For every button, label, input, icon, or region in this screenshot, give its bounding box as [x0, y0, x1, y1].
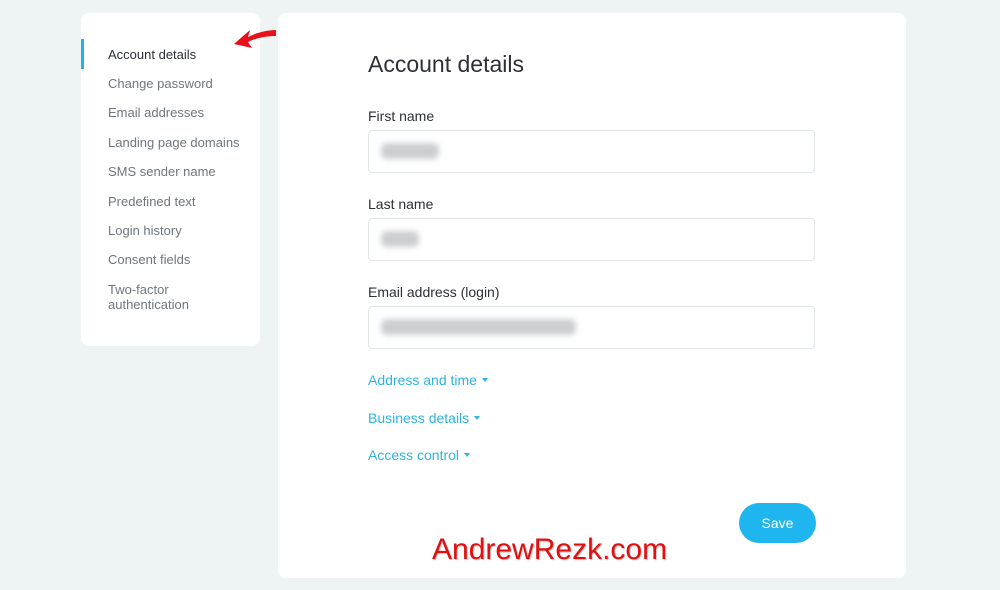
- caret-down-icon: [481, 378, 488, 383]
- sidebar-item-sms-sender-name[interactable]: SMS sender name: [108, 164, 216, 179]
- sidebar-item-predefined-text[interactable]: Predefined text: [108, 194, 195, 209]
- caret-down-icon: [464, 453, 471, 458]
- active-indicator: [81, 39, 84, 69]
- email-field[interactable]: [368, 306, 815, 349]
- watermark-text: AndrewRezk.com: [432, 533, 668, 566]
- access-control-toggle[interactable]: Access control: [368, 447, 471, 463]
- save-button[interactable]: Save: [739, 503, 816, 543]
- email-label: Email address (login): [368, 284, 500, 300]
- business-details-toggle[interactable]: Business details: [368, 410, 481, 426]
- sidebar-item-change-password[interactable]: Change password: [108, 76, 213, 91]
- last-name-label: Last name: [368, 196, 434, 212]
- sidebar-item-email-addresses[interactable]: Email addresses: [108, 105, 204, 120]
- sidebar-item-account-details[interactable]: Account details: [108, 47, 196, 62]
- sidebar-item-consent-fields[interactable]: Consent fields: [108, 252, 190, 267]
- business-details-label: Business details: [368, 410, 470, 426]
- first-name-field[interactable]: [368, 130, 815, 173]
- page-title: Account details: [368, 51, 524, 77]
- address-and-time-toggle[interactable]: Address and time: [368, 372, 488, 388]
- first-name-label: First name: [368, 108, 435, 124]
- last-name-field[interactable]: [368, 218, 815, 261]
- last-name-value-blurred: [381, 231, 419, 247]
- sidebar-item-two-factor-authentication[interactable]: Two-factor authentication: [108, 282, 218, 312]
- sidebar-item-login-history[interactable]: Login history: [108, 223, 182, 238]
- email-value-blurred: [381, 319, 576, 335]
- access-control-label: Access control: [368, 447, 460, 463]
- caret-down-icon: [474, 416, 481, 421]
- sidebar-item-landing-page-domains[interactable]: Landing page domains: [108, 135, 240, 150]
- settings-sidebar: Account details Change password Email ad…: [81, 13, 260, 346]
- first-name-value-blurred: [381, 143, 439, 159]
- address-and-time-label: Address and time: [368, 372, 477, 388]
- red-arrow-annotation: [234, 30, 276, 48]
- account-details-panel: Account details First name Last name Ema…: [278, 13, 906, 578]
